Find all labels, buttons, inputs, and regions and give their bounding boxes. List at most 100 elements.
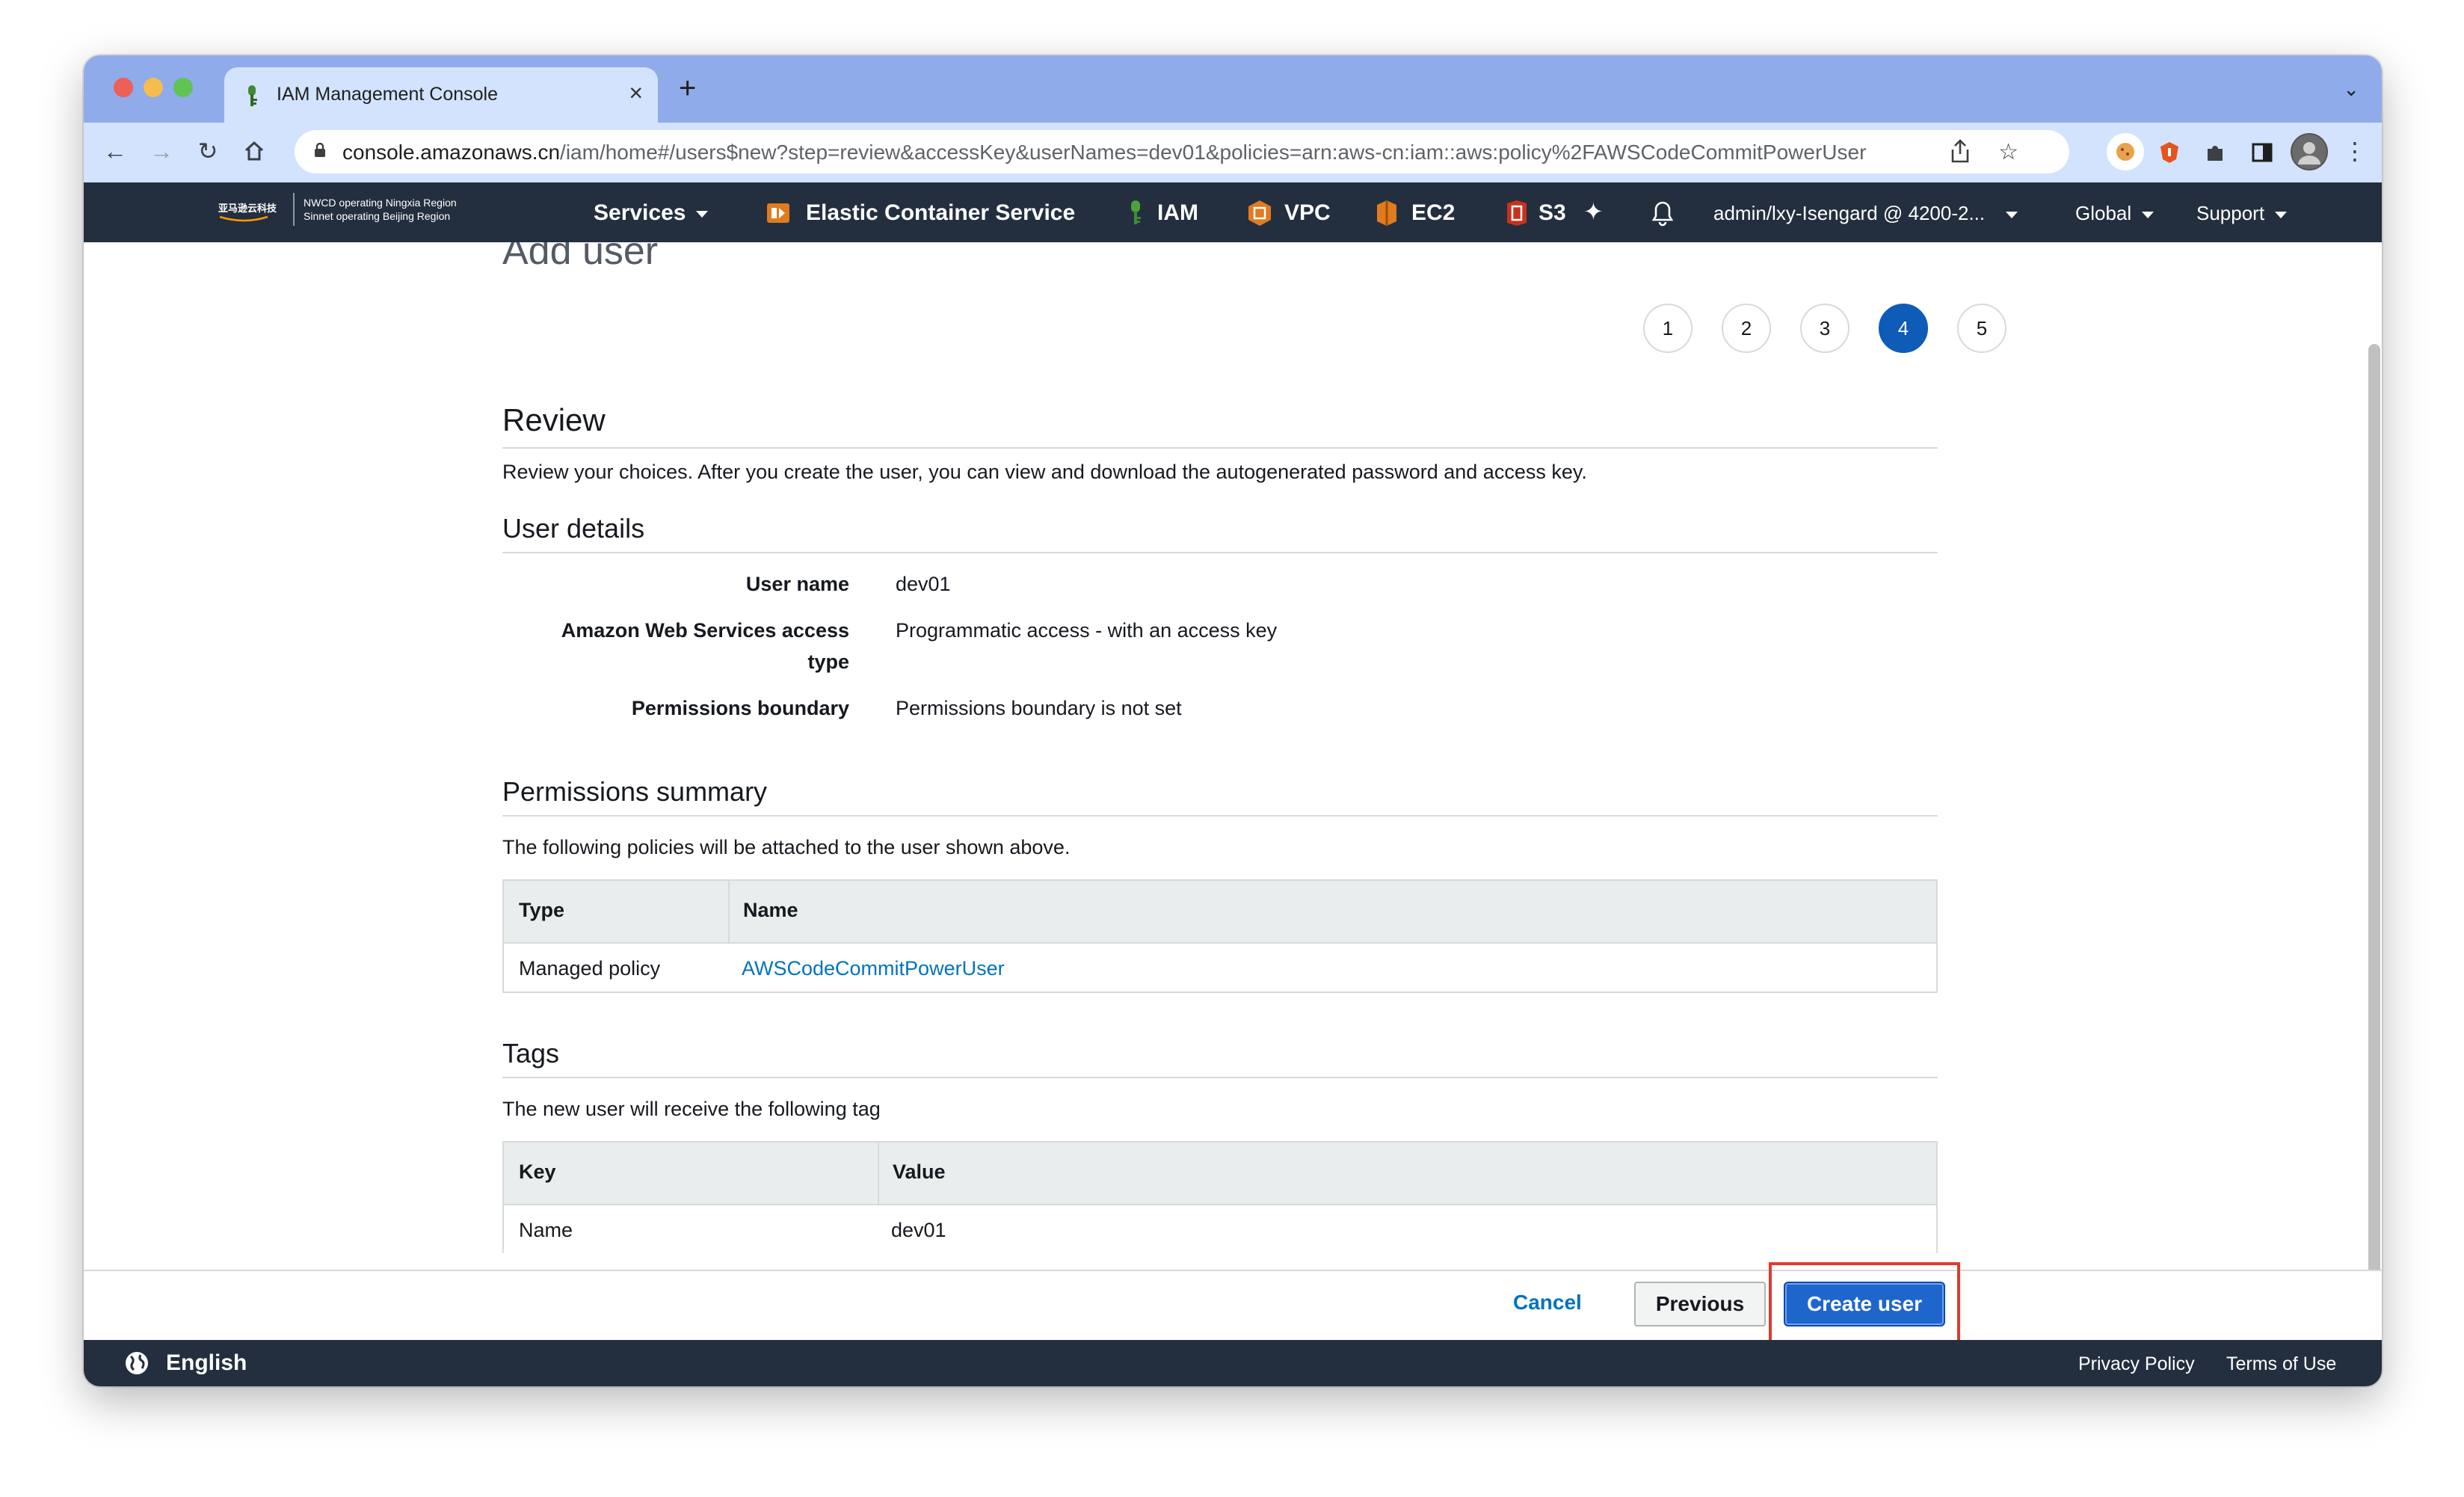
- privacy-policy-link[interactable]: Privacy Policy: [2078, 1353, 2195, 1375]
- tag-key-cell: Name: [519, 1219, 573, 1241]
- tab-title: IAM Management Console: [277, 84, 498, 105]
- review-intro: Review your choices. After you create th…: [502, 461, 1587, 483]
- account-label: admin/lxy-Isengard @ 4200-2...: [1713, 202, 1986, 224]
- column-divider: [728, 881, 730, 944]
- user-name-label: User name: [745, 573, 849, 595]
- bookmark-star-icon[interactable]: ☆: [1998, 139, 2018, 165]
- notification-bell-icon[interactable]: [1649, 197, 1676, 227]
- tags-table: Key Value Name dev01: [502, 1141, 1938, 1253]
- language-selector[interactable]: English: [166, 1350, 247, 1376]
- column-header-value: Value: [893, 1161, 946, 1183]
- tab-strip: IAM Management Console × + ⌄: [84, 55, 2382, 123]
- url-host: console.amazonaws.cn: [342, 141, 561, 164]
- ec2-service-icon: [1377, 200, 1396, 226]
- terms-of-use-link[interactable]: Terms of Use: [2226, 1353, 2336, 1375]
- support-menu[interactable]: Support: [2196, 202, 2288, 225]
- permissions-intro: The following policies will be attached …: [502, 836, 1071, 858]
- extension-shield-icon[interactable]: [2155, 138, 2184, 167]
- pin-icon[interactable]: ✦: [1583, 197, 1604, 226]
- console-footer: English Privacy Policy Terms of Use: [84, 1340, 2382, 1386]
- access-type-value: Programmatic access - with an access key: [896, 619, 1278, 642]
- region-label: Global: [2075, 202, 2132, 224]
- logo-smile-icon: [219, 215, 268, 222]
- address-bar[interactable]: console.amazonaws.cn/iam/home#/users$new…: [295, 130, 2069, 173]
- fav-vpc[interactable]: VPC: [1284, 200, 1331, 226]
- ecs-service-icon: [767, 203, 789, 223]
- forward-arrow-icon[interactable]: →: [147, 136, 176, 166]
- aws-console-header: 亚马逊云科技 NWCD operating Ningxia Region Sin…: [84, 182, 2382, 242]
- support-label: Support: [2196, 202, 2265, 224]
- wizard-step-2[interactable]: 2: [1722, 304, 1771, 353]
- wizard-action-bar: Cancel Previous Create user: [84, 1262, 2382, 1343]
- lock-icon: [315, 143, 325, 157]
- logo-line-1: NWCD operating Ningxia Region: [304, 197, 457, 209]
- tags-intro: The new user will receive the following …: [502, 1098, 881, 1120]
- reload-icon[interactable]: ↻: [193, 136, 223, 166]
- wizard-step-5[interactable]: 5: [1957, 304, 2006, 353]
- policy-name-link[interactable]: AWSCodeCommitPowerUser: [742, 957, 1005, 980]
- extensions-puzzle-icon[interactable]: [2201, 138, 2231, 167]
- back-arrow-icon[interactable]: ←: [100, 136, 130, 166]
- extension-cookie-icon[interactable]: [2107, 133, 2144, 170]
- column-divider: [878, 1143, 879, 1205]
- tab-close-icon[interactable]: ×: [629, 79, 643, 107]
- create-user-button[interactable]: Create user: [1784, 1282, 1945, 1327]
- permissions-table-header: Type Name: [504, 881, 1936, 944]
- maximize-window-button[interactable]: [173, 78, 193, 97]
- permissions-boundary-value: Permissions boundary is not set: [896, 697, 1182, 719]
- review-divider: [502, 447, 1938, 449]
- fav-s3[interactable]: S3: [1539, 200, 1568, 226]
- url-path: /iam/home#/users$new?step=review&accessK…: [560, 141, 1867, 164]
- new-tab-button[interactable]: +: [679, 73, 696, 103]
- page-scrollbar[interactable]: [2368, 344, 2380, 1334]
- wizard-step-4-active[interactable]: 4: [1879, 304, 1928, 353]
- previous-button[interactable]: Previous: [1634, 1282, 1766, 1327]
- services-caret-icon: [696, 210, 709, 218]
- user-details-heading: User details: [502, 513, 645, 544]
- iam-favicon-icon: [248, 85, 257, 106]
- permissions-boundary-label: Permissions boundary: [631, 697, 849, 719]
- tags-heading: Tags: [502, 1038, 560, 1069]
- minimize-window-button[interactable]: [144, 78, 163, 97]
- browser-menu-icon[interactable]: ⋮: [2340, 136, 2370, 166]
- main-content: Add user 1 2 3 4 5 Review Review your ch…: [84, 242, 2382, 1325]
- tags-table-header: Key Value: [504, 1143, 1936, 1205]
- column-header-name: Name: [743, 899, 798, 921]
- logo-cn-text: 亚马逊云科技: [218, 203, 277, 214]
- profile-avatar[interactable]: [2291, 133, 2328, 170]
- wizard-step-3[interactable]: 3: [1800, 304, 1849, 353]
- page-title: Add user: [502, 242, 659, 273]
- globe-icon[interactable]: [124, 1350, 150, 1376]
- review-heading: Review: [502, 402, 606, 437]
- url-text: console.amazonaws.cn/iam/home#/users$new…: [342, 141, 1866, 165]
- browser-tab-active[interactable]: IAM Management Console ×: [224, 67, 658, 123]
- permissions-divider: [502, 815, 1938, 817]
- fav-ec2[interactable]: EC2: [1411, 200, 1455, 226]
- column-header-type: Type: [519, 899, 565, 921]
- iam-service-icon: [1131, 200, 1141, 224]
- region-menu[interactable]: Global: [2075, 202, 2155, 225]
- tab-search-chevron-icon[interactable]: ⌄: [2343, 78, 2359, 101]
- support-caret-icon: [2275, 211, 2288, 218]
- wizard-step-1[interactable]: 1: [1643, 304, 1693, 353]
- vpc-service-icon: [1248, 200, 1271, 226]
- share-icon[interactable]: [1950, 139, 1971, 169]
- region-caret-icon: [2142, 211, 2155, 218]
- fav-ecs[interactable]: Elastic Container Service: [806, 200, 1075, 226]
- user-name-value: dev01: [896, 573, 951, 595]
- fav-iam[interactable]: IAM: [1157, 200, 1198, 226]
- side-panel-icon[interactable]: [2247, 138, 2277, 167]
- permissions-summary-heading: Permissions summary: [502, 776, 768, 807]
- account-caret-icon: [2006, 211, 2018, 218]
- access-type-label: Amazon Web Services access type: [561, 619, 849, 673]
- home-icon[interactable]: [239, 136, 269, 166]
- user-details-divider: [502, 552, 1938, 553]
- tag-value-cell: dev01: [891, 1219, 946, 1241]
- tags-divider: [502, 1077, 1938, 1078]
- close-window-button[interactable]: [114, 78, 133, 97]
- services-menu[interactable]: Services: [594, 200, 709, 226]
- browser-window: IAM Management Console × + ⌄ ← → ↻ conso…: [84, 55, 2382, 1386]
- account-menu[interactable]: admin/lxy-Isengard @ 4200-2...: [1713, 202, 2018, 225]
- cancel-button[interactable]: Cancel: [1513, 1291, 1582, 1315]
- services-label: Services: [594, 200, 686, 225]
